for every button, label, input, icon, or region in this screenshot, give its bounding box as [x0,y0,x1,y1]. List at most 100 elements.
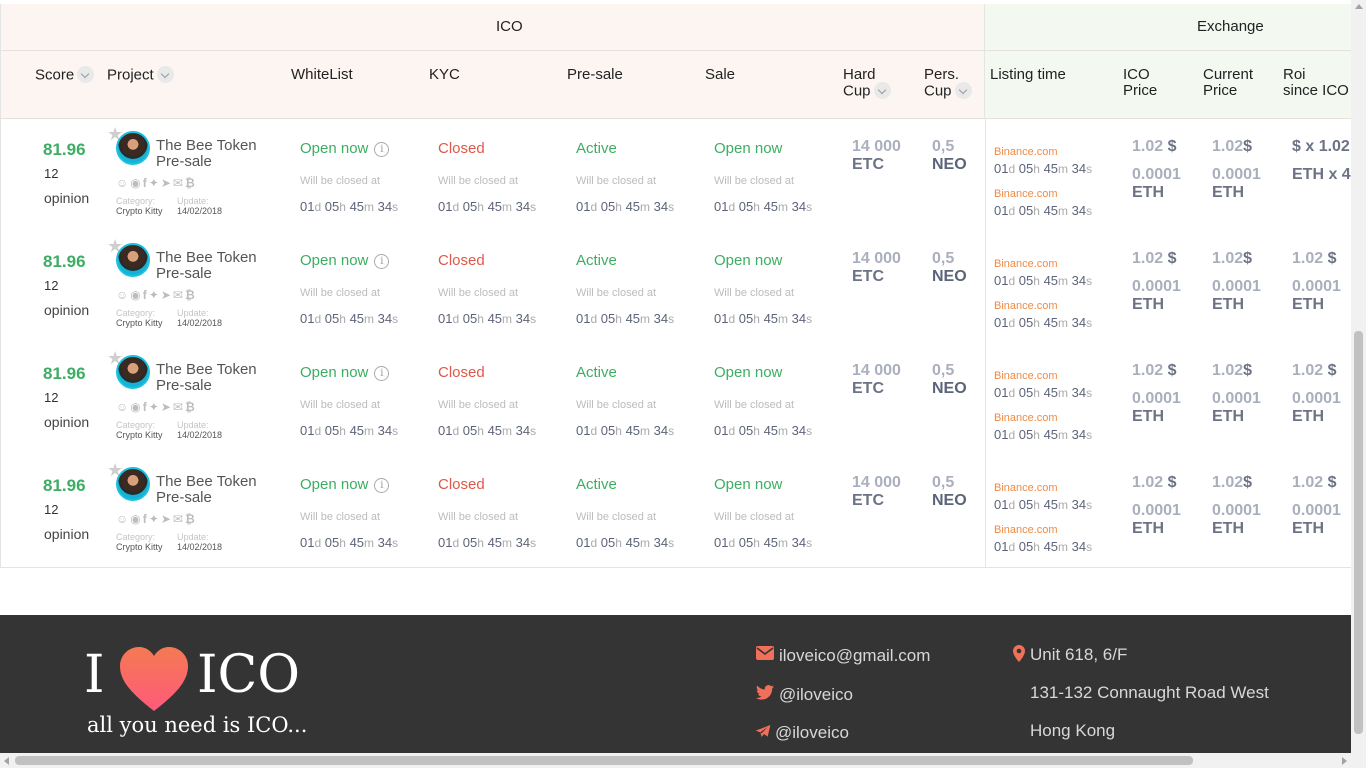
opinion-label[interactable]: opinion [44,190,89,206]
footer: I ICO all you need is ICO... iloveico@gm… [0,615,1351,753]
project-name[interactable]: The Bee Token Pre-sale [156,138,281,170]
twitter-icon[interactable]: ✦ [149,288,161,302]
exchange-link[interactable]: Binance.com [994,482,1058,494]
current-price-usd-symbol: $ [1243,474,1253,491]
presale-close-label: Will be closed at [576,287,657,299]
email-icon[interactable]: ✉ [173,512,185,526]
timer-seconds: 34 [653,423,669,438]
roi-usd: 1.02 $ [1292,250,1337,268]
chevron-down-icon[interactable] [77,66,95,83]
info-icon[interactable]: i [374,141,390,157]
column-score[interactable]: Score [35,66,95,84]
hard-cup: 14 000 ETC [852,362,901,398]
reddit-icon[interactable]: ☺ [116,512,130,526]
telegram-icon[interactable]: ➤ [161,288,173,302]
email-icon[interactable]: ✉ [173,400,185,414]
twitter-icon[interactable]: ✦ [149,512,161,526]
opinion-count: 12 [44,390,59,405]
exchange-link[interactable]: Binance.com [994,258,1058,270]
timer-days: 01 [994,315,1009,330]
ico-table: ICO Exchange Score Project WhiteList KYC… [0,4,1351,568]
envelope-icon [756,646,774,665]
table-row[interactable]: 81.96 12 opinion ★ The Bee Token Pre-sale ☺◉f✦… [1,454,1351,566]
countdown-timer: 01d 05h 45m 34s [300,535,398,550]
scroll-up-arrow-icon[interactable] [1355,4,1363,9]
github-icon[interactable]: ◉ [130,512,142,526]
table-row[interactable]: 81.96 12 opinion ★ The Bee Token Pre-sale ☺◉f✦… [1,342,1351,454]
current-price-eth-value: 0.0001 [1212,390,1261,407]
timer-seconds: 34 [1071,427,1087,442]
timer-minutes: 45 [1043,385,1059,400]
bitcoin-icon[interactable]: ₿ [185,512,197,526]
timer-hours: 05 [324,423,340,438]
horizontal-scrollbar-thumb[interactable] [15,756,1193,765]
timer-seconds: 34 [653,199,669,214]
column-roi: Roi since ICO [1283,67,1349,99]
opinion-label[interactable]: opinion [44,526,89,542]
telegram-icon[interactable]: ➤ [161,400,173,414]
whitelist-status-text: Open now [300,140,369,157]
chevron-down-icon[interactable] [156,66,174,83]
exchange-link[interactable]: Binance.com [994,370,1058,382]
project-name[interactable]: The Bee Token Pre-sale [156,362,281,394]
info-icon[interactable]: i [374,365,390,381]
email-icon[interactable]: ✉ [173,176,185,190]
column-project[interactable]: Project [107,66,174,84]
project-name[interactable]: The Bee Token Pre-sale [156,474,281,506]
bitcoin-icon[interactable]: ₿ [185,288,197,302]
twitter-icon[interactable]: ✦ [149,400,161,414]
timer-minutes-unit: m [502,312,513,326]
github-icon[interactable]: ◉ [130,400,142,414]
exchange-link[interactable]: Binance.com [994,300,1058,312]
bitcoin-icon[interactable]: ₿ [185,176,197,190]
info-icon[interactable]: i [374,477,390,493]
scroll-right-arrow-icon[interactable] [1342,757,1347,765]
timer-minutes: 45 [1043,161,1059,176]
timer-seconds-unit: s [1086,498,1093,512]
opinion-label[interactable]: opinion [44,302,89,318]
project-name[interactable]: The Bee Token Pre-sale [156,250,281,282]
opinion-label[interactable]: opinion [44,414,89,430]
score-value: 81.96 [43,476,86,495]
timer-seconds: 34 [377,199,393,214]
contact-email-link[interactable]: iloveico@gmail.com [779,646,930,666]
telegram-icon[interactable]: ➤ [161,176,173,190]
vertical-scrollbar-thumb[interactable] [1354,331,1363,734]
contact-twitter-link[interactable]: @iloveico [779,685,853,705]
exchange-link[interactable]: Binance.com [994,188,1058,200]
table-row[interactable]: 81.96 12 opinion ★ The Bee Token Pre-sale ☺◉f✦… [1,230,1351,342]
logo-text-right: ICO [197,645,300,705]
telegram-icon[interactable]: ➤ [161,512,173,526]
project-title: The Bee Token [156,249,257,266]
timer-minutes-unit: m [1058,386,1069,400]
table-row[interactable]: 81.96 12 opinion ★ The Bee Token Pre-sale ☺◉f✦… [1,118,1351,230]
exchange-link[interactable]: Binance.com [994,146,1058,158]
email-icon[interactable]: ✉ [173,288,185,302]
chevron-down-icon[interactable] [873,82,891,99]
twitter-icon[interactable]: ✦ [149,176,161,190]
roi-eth-value: 0.0001 [1292,390,1341,407]
column-hard-cup[interactable]: Hard Cup [843,67,891,100]
timer-minutes: 45 [1043,273,1059,288]
contact-telegram-link[interactable]: @iloveico [775,723,849,743]
roi-eth-value: 0.0001 [1292,502,1341,519]
timer-days: 01 [994,385,1009,400]
exchange-link[interactable]: Binance.com [994,412,1058,424]
timer-days: 01 [576,423,591,438]
info-icon[interactable]: i [374,253,390,269]
current-price-usd: 1.02$ [1212,474,1252,492]
timer-hours-unit: h [753,536,760,550]
github-icon[interactable]: ◉ [130,288,142,302]
scroll-left-arrow-icon[interactable] [4,757,9,765]
column-pers-cup[interactable]: Pers. Cup [924,67,972,100]
github-icon[interactable]: ◉ [130,176,142,190]
current-price-eth-unit: ETH [1212,520,1244,537]
reddit-icon[interactable]: ☺ [116,400,130,414]
timer-days-unit: d [452,312,460,326]
exchange-link[interactable]: Binance.com [994,524,1058,536]
bitcoin-icon[interactable]: ₿ [185,400,197,414]
timer-seconds-unit: s [1086,204,1093,218]
reddit-icon[interactable]: ☺ [116,288,130,302]
chevron-down-icon[interactable] [954,82,972,99]
reddit-icon[interactable]: ☺ [116,176,130,190]
